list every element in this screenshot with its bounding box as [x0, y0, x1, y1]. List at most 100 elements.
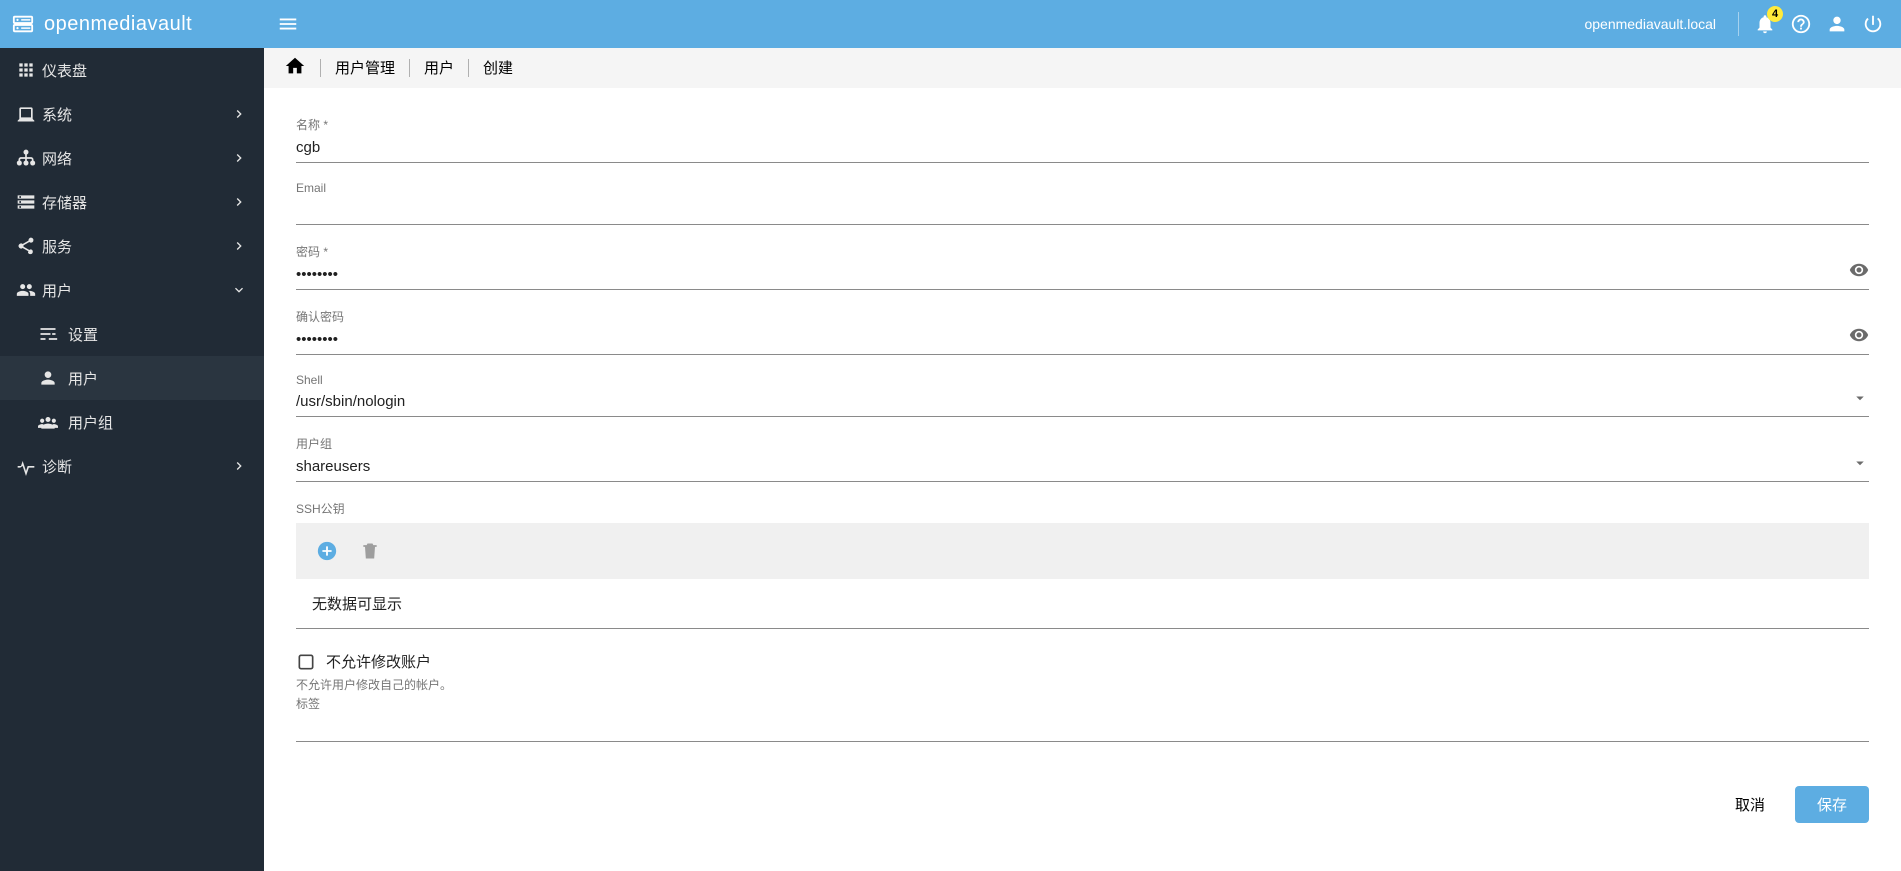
chevron-right-icon [230, 106, 248, 122]
group-select[interactable] [296, 454, 1869, 482]
caret-down-icon [1851, 454, 1869, 472]
share-icon [16, 236, 42, 256]
power-icon [1862, 13, 1884, 35]
chevron-right-icon [230, 238, 248, 254]
breadcrumb: 用户管理 用户 创建 [264, 48, 1901, 88]
sidebar-item-services[interactable]: 服务 [0, 224, 264, 268]
field-shell: Shell [296, 373, 1869, 417]
shell-dropdown-toggle[interactable] [1851, 389, 1869, 411]
help-button[interactable] [1785, 8, 1817, 40]
name-label: 名称 * [296, 116, 1869, 133]
shell-select[interactable] [296, 389, 1869, 417]
sidebar-label: 服务 [42, 236, 230, 257]
heartbeat-icon [16, 456, 42, 476]
user-create-form: 名称 * Email 密码 * 确认密码 Shell [264, 88, 1901, 863]
breadcrumb-home[interactable] [284, 55, 306, 81]
breadcrumb-sep [468, 59, 469, 77]
sidebar-item-dashboard[interactable]: 仪表盘 [0, 48, 264, 92]
topbar: openmediavault openmediavault.local 4 [0, 0, 1901, 48]
toggle-confirm-visibility[interactable] [1849, 325, 1869, 349]
tags-label: 标签 [296, 695, 1869, 712]
sidebar-label: 用户 [68, 368, 248, 389]
disallow-checkbox[interactable]: 不允许修改账户 [296, 651, 1869, 672]
breadcrumb-create[interactable]: 创建 [483, 57, 513, 78]
sidebar-item-storage[interactable]: 存储器 [0, 180, 264, 224]
home-icon [284, 55, 306, 77]
sidebar: 仪表盘 系统 网络 存储器 服务 用户 [0, 48, 264, 871]
person-icon [1826, 13, 1848, 35]
brand[interactable]: openmediavault [0, 0, 264, 48]
confirm-input[interactable] [296, 327, 1869, 355]
chevron-right-icon [230, 150, 248, 166]
group-dropdown-toggle[interactable] [1851, 454, 1869, 476]
content: 用户管理 用户 创建 名称 * Email 密码 * 确认密码 [264, 48, 1901, 871]
password-label: 密码 * [296, 243, 1869, 260]
trash-icon [360, 541, 380, 561]
laptop-icon [16, 104, 42, 124]
sidebar-item-users-settings[interactable]: 设置 [0, 312, 264, 356]
cancel-button[interactable]: 取消 [1723, 786, 1777, 823]
network-icon [16, 148, 42, 168]
person-icon [38, 368, 68, 388]
name-input[interactable] [296, 135, 1869, 163]
menu-toggle-button[interactable] [264, 13, 312, 35]
sidebar-label: 仪表盘 [42, 60, 248, 81]
plus-circle-icon [316, 540, 338, 562]
people-icon [16, 280, 42, 300]
sidebar-label: 诊断 [42, 456, 230, 477]
password-input[interactable] [296, 262, 1869, 290]
sidebar-item-users[interactable]: 用户 [0, 268, 264, 312]
chevron-right-icon [230, 194, 248, 210]
sidebar-item-network[interactable]: 网络 [0, 136, 264, 180]
apps-icon [16, 60, 42, 80]
sidebar-item-users-users[interactable]: 用户 [0, 356, 264, 400]
sidebar-label: 网络 [42, 148, 230, 169]
sidebar-label: 系统 [42, 104, 230, 125]
hamburger-icon [277, 13, 299, 35]
sidebar-label: 存储器 [42, 192, 230, 213]
field-email: Email [296, 181, 1869, 225]
hostname[interactable]: openmediavault.local [1572, 16, 1728, 32]
email-input[interactable] [296, 197, 1869, 225]
storage-icon [16, 192, 42, 212]
field-confirm-password: 确认密码 [296, 308, 1869, 355]
ssh-empty-text: 无数据可显示 [296, 579, 1869, 628]
notifications-button[interactable]: 4 [1749, 8, 1781, 40]
sidebar-item-system[interactable]: 系统 [0, 92, 264, 136]
account-button[interactable] [1821, 8, 1853, 40]
power-button[interactable] [1857, 8, 1889, 40]
sidebar-label: 用户 [42, 280, 230, 301]
sidebar-item-diagnostics[interactable]: 诊断 [0, 444, 264, 488]
field-password: 密码 * [296, 243, 1869, 290]
chevron-right-icon [230, 458, 248, 474]
topbar-right: openmediavault.local 4 [1572, 8, 1901, 40]
tags-input[interactable] [296, 714, 1869, 742]
checkbox-icon [296, 652, 316, 672]
eye-icon [1849, 260, 1869, 280]
ssh-add-button[interactable] [316, 540, 338, 562]
groups-icon [38, 412, 68, 432]
tune-icon [38, 324, 68, 344]
field-tags: 标签 [296, 695, 1869, 742]
brand-text: openmediavault [44, 13, 192, 36]
form-actions: 取消 保存 [296, 786, 1869, 823]
disallow-label: 不允许修改账户 [326, 651, 431, 672]
ssh-label: SSH公钥 [296, 500, 1869, 517]
save-button[interactable]: 保存 [1795, 786, 1869, 823]
ssh-delete-button[interactable] [360, 541, 380, 561]
field-name: 名称 * [296, 116, 1869, 163]
sidebar-sub-users: 设置 用户 用户组 [0, 312, 264, 444]
shell-label: Shell [296, 373, 1869, 387]
breadcrumb-users[interactable]: 用户 [424, 57, 454, 78]
toggle-password-visibility[interactable] [1849, 260, 1869, 284]
breadcrumb-usermgmt[interactable]: 用户管理 [335, 57, 395, 78]
eye-icon [1849, 325, 1869, 345]
help-icon [1790, 13, 1812, 35]
field-group: 用户组 [296, 435, 1869, 482]
sidebar-item-users-groups[interactable]: 用户组 [0, 400, 264, 444]
chevron-down-icon [230, 282, 248, 298]
ssh-keys-box: 无数据可显示 [296, 523, 1869, 629]
confirm-label: 确认密码 [296, 308, 1869, 325]
caret-down-icon [1851, 389, 1869, 407]
notifications-badge: 4 [1767, 6, 1783, 22]
